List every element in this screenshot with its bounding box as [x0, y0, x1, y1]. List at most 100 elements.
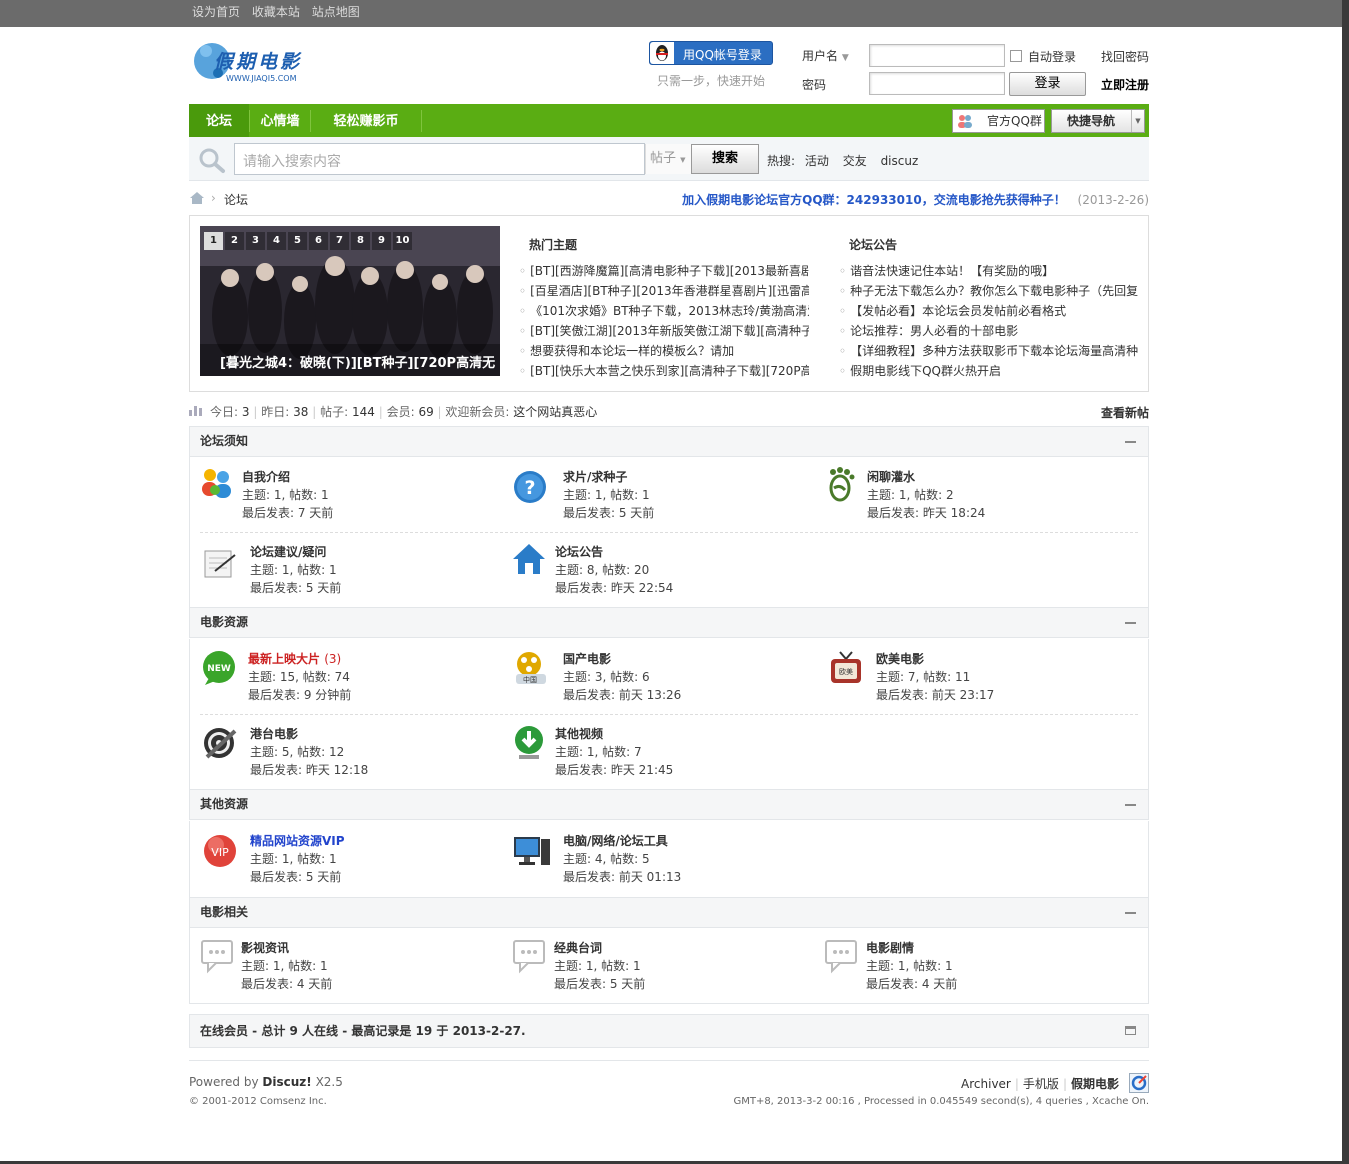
forum-name-link[interactable]: 其他视频	[555, 725, 673, 743]
nav-item-earn-coins[interactable]: 轻松赚影币	[311, 104, 421, 137]
forum-name-link[interactable]: 国产电影	[563, 650, 681, 668]
section-header[interactable]: 其他资源	[189, 789, 1149, 820]
collapse-icon[interactable]	[1125, 441, 1136, 443]
slideshow-page-button[interactable]: 2	[225, 232, 244, 250]
notice-text[interactable]: 加入假期电影论坛官方QQ群：242933010，交流电影抢先获得种子！	[682, 193, 1066, 207]
announcement-link[interactable]: 论坛推荐：男人必看的十部电影	[839, 321, 1139, 341]
section-header[interactable]: 电影相关	[189, 897, 1149, 928]
forum-name-link[interactable]: 电脑/网络/论坛工具	[563, 832, 681, 850]
forum-name-link[interactable]: 最新上映大片 (3)	[248, 650, 351, 668]
section-header[interactable]: 电影资源	[189, 607, 1149, 638]
section-header[interactable]: 论坛须知	[189, 426, 1149, 457]
slideshow-page-button[interactable]: 9	[372, 232, 391, 250]
announcement-link[interactable]: 【详细教程】多种方法获取影币下载本论坛海量高清种	[839, 341, 1139, 361]
hot-topic-link[interactable]: [BT][笑傲江湖][2013年新版笑傲江湖下载][高清种子]	[519, 321, 809, 341]
hot-topic-link[interactable]: [BT][快乐大本营之快乐到家][高清种子下载][720P高	[519, 361, 809, 381]
slideshow-page-button[interactable]: 6	[309, 232, 328, 250]
site-logo[interactable]: 假期电影 WWW.JIAQI5.COM	[192, 33, 317, 91]
forum-last-post[interactable]: 最后发表: 5 天前	[250, 579, 341, 597]
forum-name-link[interactable]: 电影剧情	[866, 939, 957, 957]
archiver-link[interactable]: Archiver	[961, 1077, 1011, 1091]
slideshow-caption[interactable]: [暮光之城4：破晓(下)][BT种子][720P高清无	[220, 352, 495, 371]
slideshow[interactable]: 1 2 3 4 5 6 7 8 9 10 [暮光之城4：破晓(下)][BT种子][720P高清无	[200, 226, 500, 376]
online-members-bar[interactable]: 在线会员 - 总计 9 人在线 - 最高记录是 19 于 2013-2-27.	[189, 1014, 1149, 1048]
view-new-threads-link[interactable]: 查看新帖	[1101, 404, 1149, 421]
forum-last-post[interactable]: 最后发表: 前天 13:26	[563, 686, 681, 704]
hot-topic-link[interactable]: 《101次求婚》BT种子下载，2013林志玲/黄渤高清爱	[519, 301, 809, 321]
auto-login-label[interactable]: 自动登录	[1028, 48, 1076, 65]
forum-last-post[interactable]: 最后发表: 昨天 21:45	[555, 761, 673, 779]
bookmark-link[interactable]: 收藏本站	[252, 5, 300, 19]
nav-item-mood-wall[interactable]: 心情墙	[250, 104, 310, 137]
newest-member-link[interactable]: 这个网站真恶心	[513, 405, 597, 419]
forum-name-link[interactable]: 经典台词	[554, 939, 645, 957]
forum-name-link[interactable]: 港台电影	[250, 725, 368, 743]
forum-last-post[interactable]: 最后发表: 昨天 22:54	[555, 579, 673, 597]
forum-name-link[interactable]: 影视资讯	[241, 939, 332, 957]
announcement-link[interactable]: 种子无法下载怎么办？教你怎么下载电影种子（先回复	[839, 281, 1139, 301]
hot-topic-link[interactable]: 想要获得和本论坛一样的模板么？请加	[519, 341, 809, 361]
collapse-icon[interactable]	[1125, 912, 1136, 914]
forum-last-post[interactable]: 最后发表: 5 天前	[563, 504, 654, 522]
slideshow-page-button[interactable]: 7	[330, 232, 349, 250]
forum-name-link[interactable]: 论坛建议/疑问	[250, 543, 341, 561]
forum-name-link[interactable]: 求片/求种子	[563, 468, 654, 486]
forum-last-post[interactable]: 最后发表: 5 天前	[250, 868, 345, 886]
slideshow-page-button[interactable]: 5	[288, 232, 307, 250]
forum-last-post[interactable]: 最后发表: 前天 23:17	[876, 686, 994, 704]
search-button[interactable]: 搜索	[691, 144, 759, 174]
expand-icon[interactable]	[1125, 1026, 1136, 1035]
set-homepage-link[interactable]: 设为首页	[192, 5, 240, 19]
forum-last-post[interactable]: 最后发表: 5 天前	[554, 975, 645, 993]
forum-last-post[interactable]: 最后发表: 7 天前	[242, 504, 333, 522]
forum-last-post[interactable]: 最后发表: 4 天前	[866, 975, 957, 993]
site-notice[interactable]: 加入假期电影论坛官方QQ群：242933010，交流电影抢先获得种子！ (201…	[682, 191, 1149, 208]
announcement-link[interactable]: 谐音法快速记住本站！【有奖励的哦】	[839, 261, 1139, 281]
register-link[interactable]: 立即注册	[1101, 76, 1149, 93]
forum-last-post[interactable]: 最后发表: 9 分钟前	[248, 686, 351, 704]
hot-term-link[interactable]: discuz	[881, 154, 919, 168]
slideshow-page-button[interactable]: 4	[267, 232, 286, 250]
forum-name-link[interactable]: 闲聊灌水	[867, 468, 985, 486]
breadcrumb-current[interactable]: 论坛	[224, 191, 248, 208]
mobile-link[interactable]: 手机版	[1023, 1077, 1059, 1091]
hot-term-link[interactable]: 活动	[805, 154, 829, 168]
forum-last-post[interactable]: 最后发表: 4 天前	[241, 975, 332, 993]
site-name-link[interactable]: 假期电影	[1071, 1077, 1119, 1091]
collapse-icon[interactable]	[1125, 804, 1136, 806]
password-input[interactable]	[869, 72, 1005, 95]
hot-topic-link[interactable]: [百星酒店][BT种子][2013年香港群星喜剧片][迅雷高	[519, 281, 809, 301]
nav-item-forum[interactable]: 论坛	[189, 104, 249, 137]
yesterday-label: 昨日:	[261, 405, 290, 419]
username-label[interactable]: 用户名 ▼	[802, 47, 849, 64]
auto-login-checkbox[interactable]	[1010, 50, 1022, 62]
slideshow-page-button[interactable]: 8	[351, 232, 370, 250]
forum-name-link[interactable]: 自我介绍	[242, 468, 333, 486]
site-stats-icon[interactable]	[1129, 1073, 1149, 1093]
forum-last-post[interactable]: 最后发表: 前天 01:13	[563, 868, 681, 886]
search-type-select[interactable]: 帖子 ▼	[645, 144, 693, 174]
search-input[interactable]: 请输入搜索内容 帖子 ▼	[234, 143, 693, 175]
qq-group-button[interactable]: 官方QQ群	[952, 109, 1045, 133]
forum-last-post[interactable]: 最后发表: 昨天 18:24	[867, 504, 985, 522]
sitemap-link[interactable]: 站点地图	[312, 5, 360, 19]
announcement-link[interactable]: 【发帖必看】本论坛会员发帖前必看格式	[839, 301, 1139, 321]
forum-name-link[interactable]: 论坛公告	[555, 543, 673, 561]
slideshow-page-button[interactable]: 10	[393, 232, 412, 250]
forum-name-link[interactable]: 欧美电影	[876, 650, 994, 668]
username-input[interactable]	[869, 44, 1005, 67]
home-icon[interactable]	[189, 190, 205, 206]
slideshow-page-button[interactable]: 3	[246, 232, 265, 250]
slideshow-page-button[interactable]: 1	[204, 232, 223, 250]
login-button[interactable]: 登录	[1009, 72, 1086, 96]
collapse-icon[interactable]	[1125, 622, 1136, 624]
announcement-link[interactable]: 假期电影线下QQ群火热开启	[839, 361, 1139, 381]
qq-login-button[interactable]: 用QQ帐号登录	[649, 41, 773, 65]
discuz-link[interactable]: Discuz!	[262, 1075, 311, 1089]
forum-last-post[interactable]: 最后发表: 昨天 12:18	[250, 761, 368, 779]
forum-name-link[interactable]: 精品网站资源VIP	[250, 832, 345, 850]
quick-nav-button[interactable]: 快捷导航 ▼	[1051, 109, 1145, 133]
hot-term-link[interactable]: 交友	[843, 154, 867, 168]
hot-topic-link[interactable]: [BT][西游降魔篇][高清电影种子下载][2013最新喜剧	[519, 261, 809, 281]
find-password-link[interactable]: 找回密码	[1101, 48, 1149, 65]
